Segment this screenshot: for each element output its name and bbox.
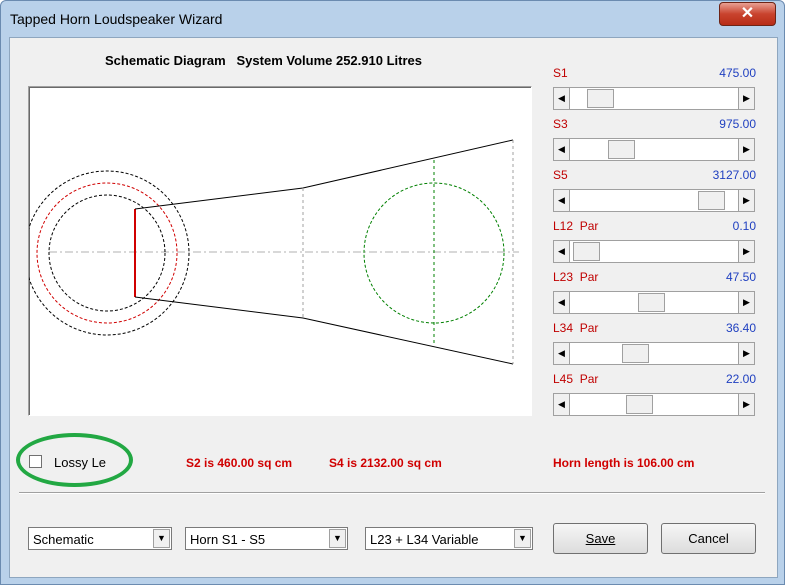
close-icon: ✕ bbox=[740, 5, 755, 22]
scroll-right-icon[interactable]: ▶ bbox=[738, 342, 755, 365]
scroll-left-icon[interactable]: ◀ bbox=[553, 138, 570, 161]
slider-track[interactable] bbox=[570, 342, 738, 365]
horn-schematic bbox=[29, 139, 519, 365]
scroll-left-icon[interactable]: ◀ bbox=[553, 342, 570, 365]
scroll-left-icon[interactable]: ◀ bbox=[553, 291, 570, 314]
scroll-left-icon[interactable]: ◀ bbox=[553, 189, 570, 212]
green-highlight-annotation bbox=[16, 433, 133, 487]
cancel-label: Cancel bbox=[688, 531, 729, 546]
chevron-down-icon[interactable]: ▼ bbox=[329, 529, 346, 548]
slider-scrollbar[interactable]: ◀ ▶ bbox=[553, 240, 755, 263]
slider-scrollbar[interactable]: ◀ ▶ bbox=[553, 393, 755, 416]
slider-thumb[interactable] bbox=[608, 140, 635, 159]
slider-value: 0.10 bbox=[732, 219, 756, 233]
slider-scrollbar[interactable]: ◀ ▶ bbox=[553, 87, 755, 110]
slider-label: L45 Par bbox=[553, 372, 599, 386]
slider-label: L23 Par bbox=[553, 270, 599, 284]
slider-scrollbar[interactable]: ◀ ▶ bbox=[553, 291, 755, 314]
cancel-button[interactable]: Cancel bbox=[661, 523, 756, 554]
slider-value: 36.40 bbox=[725, 321, 756, 335]
slider-scrollbar[interactable]: ◀ ▶ bbox=[553, 342, 755, 365]
view-select-value: Schematic bbox=[33, 532, 94, 547]
slider-value: 47.50 bbox=[725, 270, 756, 284]
view-select[interactable]: Schematic ▼ bbox=[28, 527, 172, 550]
chevron-down-icon[interactable]: ▼ bbox=[514, 529, 531, 548]
slider-label: L34 Par bbox=[553, 321, 599, 335]
slider-track[interactable] bbox=[570, 189, 738, 212]
system-volume-text: System Volume 252.910 Litres bbox=[236, 53, 422, 68]
slider-value: 475.00 bbox=[719, 66, 756, 80]
slider-label: S3 bbox=[553, 117, 568, 131]
slider-track[interactable] bbox=[570, 138, 738, 161]
slider-track[interactable] bbox=[570, 240, 738, 263]
slider-thumb[interactable] bbox=[626, 395, 653, 414]
scroll-left-icon[interactable]: ◀ bbox=[553, 87, 570, 110]
scroll-left-icon[interactable]: ◀ bbox=[553, 393, 570, 416]
scroll-right-icon[interactable]: ▶ bbox=[738, 138, 755, 161]
chevron-down-icon[interactable]: ▼ bbox=[153, 529, 170, 548]
diagram-heading: Schematic Diagram System Volume 252.910 … bbox=[105, 53, 422, 68]
slider-track[interactable] bbox=[570, 87, 738, 110]
s2-area-text: S2 is 460.00 sq cm bbox=[186, 456, 293, 470]
save-button[interactable]: Save bbox=[553, 523, 648, 554]
schematic-canvas bbox=[28, 86, 532, 416]
slider-scrollbar[interactable]: ◀ ▶ bbox=[553, 189, 755, 212]
horn-upper-wall bbox=[134, 139, 514, 210]
slider-value: 975.00 bbox=[719, 117, 756, 131]
horn-select[interactable]: Horn S1 - S5 ▼ bbox=[185, 527, 348, 550]
scroll-left-icon[interactable]: ◀ bbox=[553, 240, 570, 263]
separator bbox=[19, 492, 765, 494]
diagram-label: Schematic Diagram bbox=[105, 53, 226, 68]
slider-value: 3127.00 bbox=[712, 168, 756, 182]
variable-select[interactable]: L23 + L34 Variable ▼ bbox=[365, 527, 533, 550]
slider-value: 22.00 bbox=[725, 372, 756, 386]
slider-track[interactable] bbox=[570, 393, 738, 416]
variable-select-value: L23 + L34 Variable bbox=[370, 532, 479, 547]
horn-select-value: Horn S1 - S5 bbox=[190, 532, 266, 547]
slider-label: S5 bbox=[553, 168, 568, 182]
horn-lower-wall bbox=[134, 296, 514, 365]
scroll-right-icon[interactable]: ▶ bbox=[738, 393, 755, 416]
slider-thumb[interactable] bbox=[587, 89, 614, 108]
scroll-right-icon[interactable]: ▶ bbox=[738, 291, 755, 314]
slider-thumb[interactable] bbox=[638, 293, 665, 312]
slider-thumb[interactable] bbox=[698, 191, 725, 210]
slider-thumb[interactable] bbox=[573, 242, 600, 261]
save-label: Save bbox=[585, 531, 616, 546]
slider-label: L12 Par bbox=[553, 219, 599, 233]
scroll-right-icon[interactable]: ▶ bbox=[738, 87, 755, 110]
slider-scrollbar[interactable]: ◀ ▶ bbox=[553, 138, 755, 161]
window-title: Tapped Horn Loudspeaker Wizard bbox=[10, 11, 223, 27]
slider-track[interactable] bbox=[570, 291, 738, 314]
scroll-right-icon[interactable]: ▶ bbox=[738, 189, 755, 212]
horn-length-text: Horn length is 106.00 cm bbox=[553, 456, 695, 470]
close-button[interactable]: ✕ bbox=[719, 2, 776, 26]
s4-area-text: S4 is 2132.00 sq cm bbox=[329, 456, 442, 470]
slider-label: S1 bbox=[553, 66, 568, 80]
driver-middle-circle bbox=[36, 182, 178, 324]
title-bar[interactable]: Tapped Horn Loudspeaker Wizard ✕ bbox=[1, 1, 784, 37]
slider-thumb[interactable] bbox=[622, 344, 649, 363]
scroll-right-icon[interactable]: ▶ bbox=[738, 240, 755, 263]
driver-inner-circle bbox=[48, 194, 166, 312]
